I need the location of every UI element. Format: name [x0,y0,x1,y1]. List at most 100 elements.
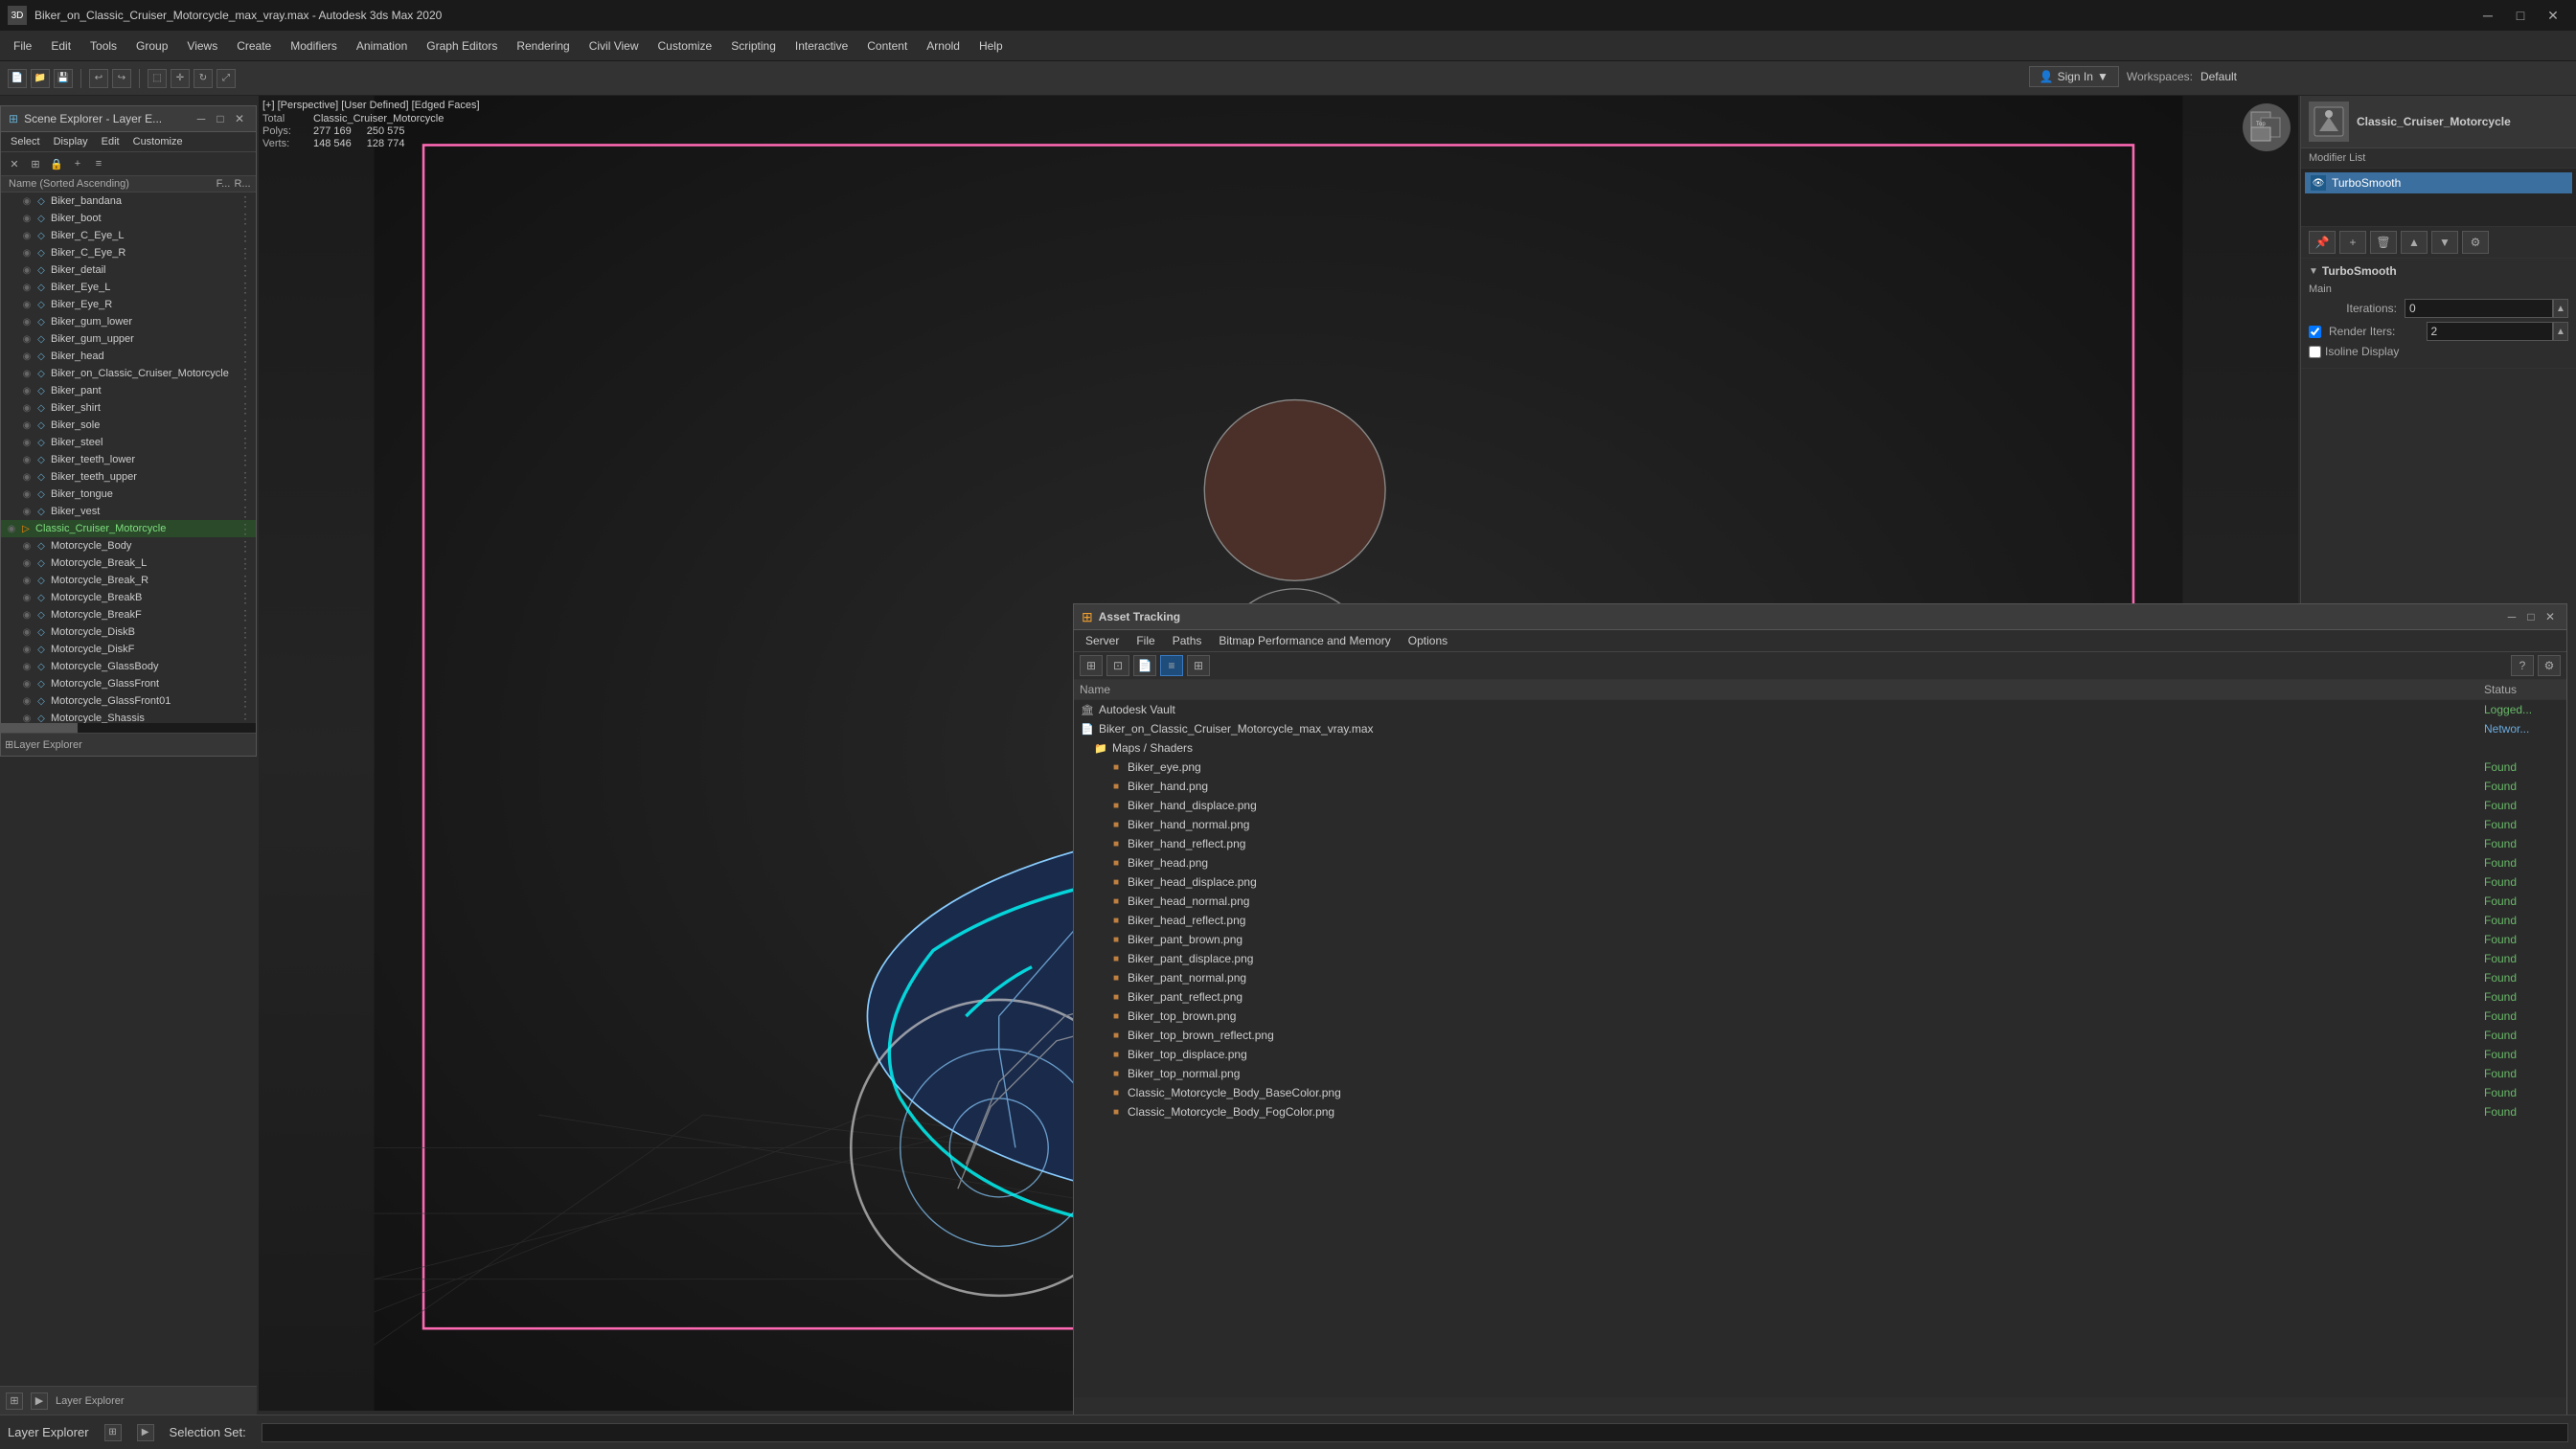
toolbar-save[interactable]: 💾 [54,69,73,88]
scene-item-options[interactable]: ⋮ [237,280,252,296]
scene-item[interactable]: ◉ ◇ Biker_pant ⋮ [1,382,256,399]
scene-explorer-scroll-thumb[interactable] [1,723,78,733]
toolbar-select[interactable]: ⬚ [148,69,167,88]
se-toolbar-lock[interactable]: 🔒 [47,154,66,173]
se-menu-display[interactable]: Display [48,134,94,149]
scene-item-options[interactable]: ⋮ [237,693,252,710]
at-menu-paths[interactable]: Paths [1165,632,1210,649]
at-toolbar-settings[interactable]: ⚙ [2538,655,2561,676]
scene-item-options[interactable]: ⋮ [237,349,252,365]
at-close-button[interactable]: ✕ [2542,608,2559,625]
scene-item[interactable]: ◉ ◇ Biker_detail ⋮ [1,261,256,279]
modifier-turbosmaoth[interactable]: 👁 TurboSmooth [2305,172,2572,193]
scene-item-options[interactable]: ⋮ [237,331,252,348]
menu-item-create[interactable]: Create [227,31,281,60]
render-iters-up[interactable]: ▲ [2553,322,2568,341]
modifier-eye-icon[interactable]: 👁 [2311,175,2326,191]
scene-item-options[interactable]: ⋮ [237,314,252,330]
scene-item-options[interactable]: ⋮ [237,435,252,451]
scene-item[interactable]: ◉ ◇ Motorcycle_DiskF ⋮ [1,641,256,658]
minimize-button[interactable]: ─ [2473,2,2503,29]
at-toolbar-btn2[interactable]: ⊡ [1106,655,1129,676]
toolbar-rotate[interactable]: ↻ [194,69,213,88]
scene-item[interactable]: ◉ ◇ Biker_Eye_R ⋮ [1,296,256,313]
at-list-item[interactable]: 📄 Biker_on_Classic_Cruiser_Motorcycle_ma… [1074,719,2566,738]
scene-item-options[interactable]: ⋮ [237,504,252,520]
scene-item[interactable]: ◉ ◇ Biker_teeth_lower ⋮ [1,451,256,468]
se-menu-customize[interactable]: Customize [127,134,189,149]
menu-item-modifiers[interactable]: Modifiers [281,31,347,60]
at-list-item[interactable]: ■ Biker_top_brown_reflect.png Found [1074,1026,2566,1045]
at-toolbar-btn1[interactable]: ⊞ [1080,655,1103,676]
scene-item[interactable]: ◉ ▷ Classic_Cruiser_Motorcycle ⋮ [1,520,256,537]
modifier-add-btn[interactable]: + [2339,231,2366,254]
scene-item[interactable]: ◉ ◇ Biker_head ⋮ [1,348,256,365]
menu-item-graph-editors[interactable]: Graph Editors [417,31,507,60]
scene-item[interactable]: ◉ ◇ Motorcycle_BreakB ⋮ [1,589,256,606]
toolbar-redo[interactable]: ↪ [112,69,131,88]
isoline-checkbox[interactable] [2309,346,2321,358]
scene-item-options[interactable]: ⋮ [237,297,252,313]
maximize-button[interactable]: □ [2505,2,2536,29]
scene-item-options[interactable]: ⋮ [237,418,252,434]
at-list-item[interactable]: ■ Biker_hand_reflect.png Found [1074,834,2566,853]
scene-item[interactable]: ◉ ◇ Motorcycle_BreakF ⋮ [1,606,256,623]
signin-button[interactable]: 👤 Sign In ▼ [2029,66,2119,87]
scene-item[interactable]: ◉ ◇ Biker_vest ⋮ [1,503,256,520]
at-toolbar-btn5[interactable]: ⊞ [1187,655,1210,676]
at-list-item[interactable]: ■ Biker_pant_reflect.png Found [1074,987,2566,1007]
menu-item-file[interactable]: File [4,31,41,60]
layer-explorer-btn2[interactable]: ▶ [137,1424,154,1441]
at-menu-options[interactable]: Options [1401,632,1455,649]
menu-item-civil-view[interactable]: Civil View [580,31,649,60]
at-toolbar-btn3[interactable]: 📄 [1133,655,1156,676]
at-toolbar-btn4[interactable]: ≡ [1160,655,1183,676]
modifier-pin-btn[interactable]: 📌 [2309,231,2336,254]
at-menu-server[interactable]: Server [1078,632,1127,649]
modifier-delete-btn[interactable]: 🗑 [2370,231,2397,254]
scene-item-options[interactable]: ⋮ [237,642,252,658]
at-menu-bitmap[interactable]: Bitmap Performance and Memory [1211,632,1398,649]
menu-item-rendering[interactable]: Rendering [507,31,579,60]
scene-item-options[interactable]: ⋮ [237,659,252,675]
scene-explorer-close[interactable]: ✕ [231,110,248,127]
scene-item[interactable]: ◉ ◇ Biker_gum_lower ⋮ [1,313,256,330]
menu-item-content[interactable]: Content [857,31,917,60]
viewport-navigation-cube[interactable]: Top [2243,103,2291,151]
at-menu-file[interactable]: File [1128,632,1162,649]
toolbar-scale[interactable]: ⤢ [217,69,236,88]
scene-item[interactable]: ◉ ◇ Biker_on_Classic_Cruiser_Motorcycle … [1,365,256,382]
ts-iterations-input[interactable] [2405,299,2553,318]
scene-item[interactable]: ◉ ◇ Motorcycle_Body ⋮ [1,537,256,555]
scene-item-options[interactable]: ⋮ [237,590,252,606]
se-toolbar-filter[interactable]: ⊞ [26,154,45,173]
scene-item[interactable]: ◉ ◇ Motorcycle_DiskB ⋮ [1,623,256,641]
scene-item-options[interactable]: ⋮ [237,555,252,572]
at-list-item[interactable]: ■ Classic_Motorcycle_Body_FogColor.png F… [1074,1102,2566,1121]
menu-item-group[interactable]: Group [126,31,177,60]
at-list-item[interactable]: 📁 Maps / Shaders [1074,738,2566,758]
at-minimize-button[interactable]: ─ [2503,608,2520,625]
at-list-item[interactable]: ■ Biker_eye.png Found [1074,758,2566,777]
scene-item-options[interactable]: ⋮ [237,211,252,227]
modifier-options-btn[interactable]: ⚙ [2462,231,2489,254]
scene-item[interactable]: ◉ ◇ Biker_teeth_upper ⋮ [1,468,256,486]
layer-explorer-btn[interactable]: ⊞ [104,1424,122,1441]
scene-item-options[interactable]: ⋮ [237,383,252,399]
se-toolbar-add[interactable]: + [68,154,87,173]
ts-renderIters-input[interactable] [2427,322,2554,341]
se-menu-edit[interactable]: Edit [96,134,125,149]
scene-item[interactable]: ◉ ◇ Biker_Eye_L ⋮ [1,279,256,296]
menu-item-edit[interactable]: Edit [41,31,80,60]
at-list-item[interactable]: ■ Biker_head_normal.png Found [1074,892,2566,911]
menu-item-views[interactable]: Views [177,31,227,60]
scene-item[interactable]: ◉ ◇ Motorcycle_GlassFront01 ⋮ [1,692,256,710]
close-button[interactable]: ✕ [2538,2,2568,29]
ts-collapse-arrow[interactable]: ▼ [2309,266,2318,277]
at-list-item[interactable]: ■ Biker_head.png Found [1074,853,2566,872]
at-list-item[interactable]: ■ Biker_pant_normal.png Found [1074,968,2566,987]
se-menu-select[interactable]: Select [5,134,46,149]
scene-item-options[interactable]: ⋮ [237,262,252,279]
scene-item-options[interactable]: ⋮ [237,193,252,210]
scene-item-options[interactable]: ⋮ [237,624,252,641]
